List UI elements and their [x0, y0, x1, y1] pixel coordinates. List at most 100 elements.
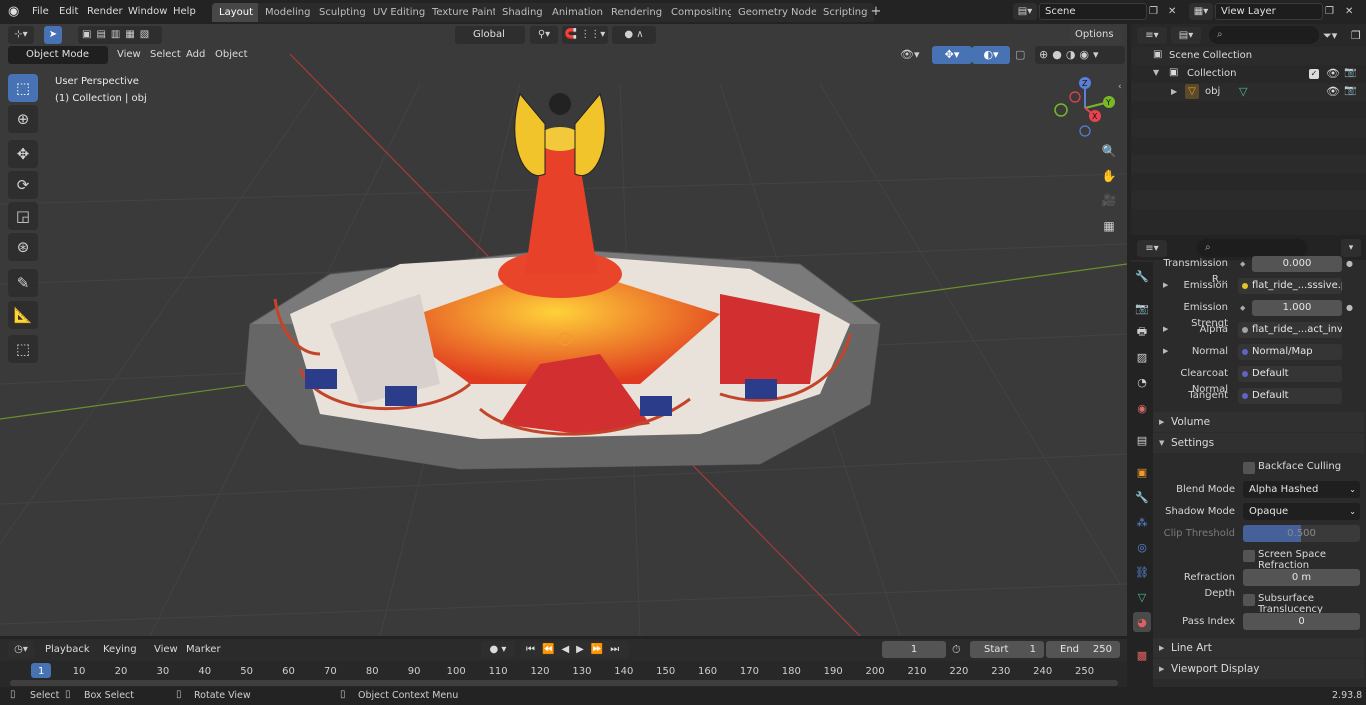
- view-layer-tab-icon[interactable]: ▨: [1133, 347, 1151, 367]
- timeline-view-menu[interactable]: View: [149, 641, 178, 658]
- selection-mode-icons[interactable]: ▣▤▥▦▧: [78, 26, 162, 44]
- tab-animation[interactable]: Animation: [545, 3, 610, 22]
- snap-icon[interactable]: 🧲 ⋮⋮▾: [562, 26, 608, 44]
- properties-search-input[interactable]: ⌕: [1197, 239, 1307, 257]
- select-tool-icon[interactable]: ➤: [44, 26, 62, 44]
- tab-sculpting[interactable]: Sculpting: [312, 3, 373, 22]
- clearcoat-normal-field[interactable]: Default: [1238, 366, 1342, 382]
- outliner-row-scene[interactable]: ▣ Scene Collection: [1131, 47, 1366, 65]
- rotate-tool[interactable]: ⟳: [8, 171, 38, 199]
- view-layer-field[interactable]: View Layer: [1215, 3, 1323, 20]
- gizmo-toggle-icon[interactable]: ✥▾: [932, 46, 972, 64]
- collection-tab-icon[interactable]: ▤: [1133, 430, 1151, 450]
- output-tab-icon[interactable]: 🖶: [1133, 322, 1151, 342]
- tab-uv-editing[interactable]: UV Editing: [366, 3, 433, 22]
- viewport-menu-view[interactable]: View: [112, 46, 146, 64]
- tab-modeling[interactable]: Modeling: [258, 3, 318, 22]
- keying-menu[interactable]: Keying: [98, 641, 146, 658]
- current-frame-field[interactable]: 1: [882, 641, 946, 658]
- object-visibility-eye-icon[interactable]: 👁: [1326, 85, 1340, 98]
- mesh-data-icon[interactable]: ▽: [1239, 85, 1247, 98]
- start-frame-field[interactable]: Start 1: [970, 641, 1044, 658]
- scene-selector-icon[interactable]: ▤▾: [1013, 3, 1037, 20]
- annotate-tool[interactable]: ✎: [8, 269, 38, 297]
- keyframe-dot-icon[interactable]: ●: [1346, 303, 1353, 312]
- emission-strength-field[interactable]: ◆ 1.000: [1238, 300, 1342, 316]
- scene-field[interactable]: Scene: [1039, 3, 1147, 20]
- settings-panel-header[interactable]: ▼ Settings: [1153, 433, 1364, 453]
- render-camera-icon[interactable]: 📷: [1344, 67, 1356, 78]
- delete-view-layer-icon[interactable]: ✕: [1345, 3, 1357, 20]
- menu-file[interactable]: File: [27, 3, 54, 21]
- tab-shading[interactable]: Shading: [495, 3, 550, 22]
- menu-render[interactable]: Render: [82, 3, 128, 21]
- viewport-menu-add[interactable]: Add: [181, 46, 210, 64]
- constraints-tab-icon[interactable]: ⛓: [1133, 562, 1151, 582]
- editor-type-icon[interactable]: ⊹▾: [8, 26, 34, 44]
- texture-tab-icon[interactable]: ▩: [1133, 645, 1151, 665]
- render-tab-icon[interactable]: 📷: [1133, 298, 1151, 318]
- normal-map-field[interactable]: Normal/Map: [1238, 344, 1342, 360]
- select-box-tool[interactable]: ⬚: [8, 74, 38, 102]
- tangent-field[interactable]: Default: [1238, 388, 1342, 404]
- shading-mode-icons[interactable]: ⊕●◑◉▾: [1035, 46, 1125, 64]
- ssr-checkbox[interactable]: [1243, 550, 1255, 562]
- playback-controls-icons[interactable]: ⏮⏪◀▶⏩⏭: [521, 641, 629, 658]
- transform-tool[interactable]: ⊛: [8, 233, 38, 261]
- menu-window[interactable]: Window: [123, 3, 172, 21]
- subsurface-checkbox[interactable]: [1243, 594, 1255, 606]
- alpha-texture-field[interactable]: flat_ride_...act_inv.png: [1238, 322, 1342, 338]
- refraction-depth-field[interactable]: 0 m: [1243, 569, 1360, 586]
- volume-panel-header[interactable]: ▶ Volume: [1153, 412, 1364, 432]
- properties-editor-type-icon[interactable]: ≡▾: [1137, 240, 1167, 257]
- ortho-grid-icon[interactable]: ▦: [1099, 216, 1119, 236]
- timeline-scrollbar[interactable]: [10, 680, 1118, 686]
- outliner-row-object[interactable]: ▶ ▽ obj ▽ 👁 📷: [1131, 83, 1366, 101]
- emission-strength-value[interactable]: 1.000: [1252, 300, 1342, 316]
- view-layer-icon[interactable]: ▦▾: [1189, 3, 1213, 20]
- tab-scripting[interactable]: Scripting: [816, 3, 875, 22]
- move-tool[interactable]: ✥: [8, 140, 38, 168]
- viewport-menu-object[interactable]: Object: [210, 46, 253, 64]
- exclude-checkbox[interactable]: ✓: [1309, 69, 1319, 79]
- object-render-camera-icon[interactable]: 📷: [1344, 85, 1356, 96]
- marker-menu[interactable]: Marker: [181, 641, 221, 658]
- 3d-viewport[interactable]: Object Mode View Select Add Object ⊹▾ ➤ …: [0, 24, 1127, 636]
- shadow-mode-dropdown[interactable]: Opaque ⌄: [1243, 503, 1360, 520]
- record-icon[interactable]: ● ▾: [481, 641, 515, 658]
- expand-collection-icon[interactable]: ▼: [1153, 68, 1159, 77]
- backface-culling-checkbox[interactable]: [1243, 462, 1255, 474]
- new-collection-icon[interactable]: ❐: [1351, 27, 1365, 44]
- transform-orientation-dropdown[interactable]: Global: [455, 26, 525, 44]
- properties-options-icon[interactable]: ▾: [1341, 239, 1361, 257]
- timeline-editor-type-icon[interactable]: ◷▾: [8, 641, 34, 658]
- scene-tab-icon[interactable]: ◔: [1133, 372, 1151, 392]
- options-button[interactable]: Options: [1070, 26, 1122, 44]
- tab-compositing[interactable]: Compositing: [664, 3, 741, 22]
- add-cube-tool[interactable]: ⬚: [8, 335, 38, 363]
- blend-mode-dropdown[interactable]: Alpha Hashed ⌄: [1243, 481, 1360, 498]
- camera-icon[interactable]: 🎥: [1099, 190, 1119, 210]
- keyframe-dot-icon[interactable]: ●: [1346, 259, 1353, 268]
- blender-logo-icon[interactable]: ◉: [8, 4, 24, 20]
- transmission-roughness-value[interactable]: 0.000: [1252, 256, 1342, 272]
- delete-scene-icon[interactable]: ✕: [1168, 3, 1180, 20]
- new-view-layer-icon[interactable]: ❐: [1325, 3, 1341, 20]
- visibility-eye-icon[interactable]: 👁: [1326, 67, 1340, 80]
- carousel-model[interactable]: [244, 92, 881, 470]
- add-workspace-button[interactable]: +: [869, 4, 883, 20]
- object-tab-icon[interactable]: ▣: [1133, 462, 1151, 482]
- overlay-toggle-icon[interactable]: ◐▾: [972, 46, 1010, 64]
- tool-tab-icon[interactable]: 🔧: [1133, 266, 1151, 286]
- physics-tab-icon[interactable]: ◎: [1133, 537, 1151, 557]
- expand-object-icon[interactable]: ▶: [1171, 87, 1177, 96]
- playback-menu[interactable]: Playback: [40, 641, 96, 658]
- tab-rendering[interactable]: Rendering: [604, 3, 670, 22]
- outliner-editor-type-icon[interactable]: ≡▾: [1137, 27, 1167, 44]
- outliner-row-collection[interactable]: ▼ ▣ Collection ✓ 👁 📷: [1131, 65, 1366, 83]
- measure-tool[interactable]: 📐: [8, 301, 38, 329]
- object-mode-dropdown[interactable]: Object Mode: [8, 46, 108, 64]
- filter-icon[interactable]: ⏷▾: [1323, 27, 1349, 44]
- proportional-edit-icon[interactable]: ● ∧: [612, 26, 656, 44]
- cursor-tool[interactable]: ⊕: [8, 105, 38, 133]
